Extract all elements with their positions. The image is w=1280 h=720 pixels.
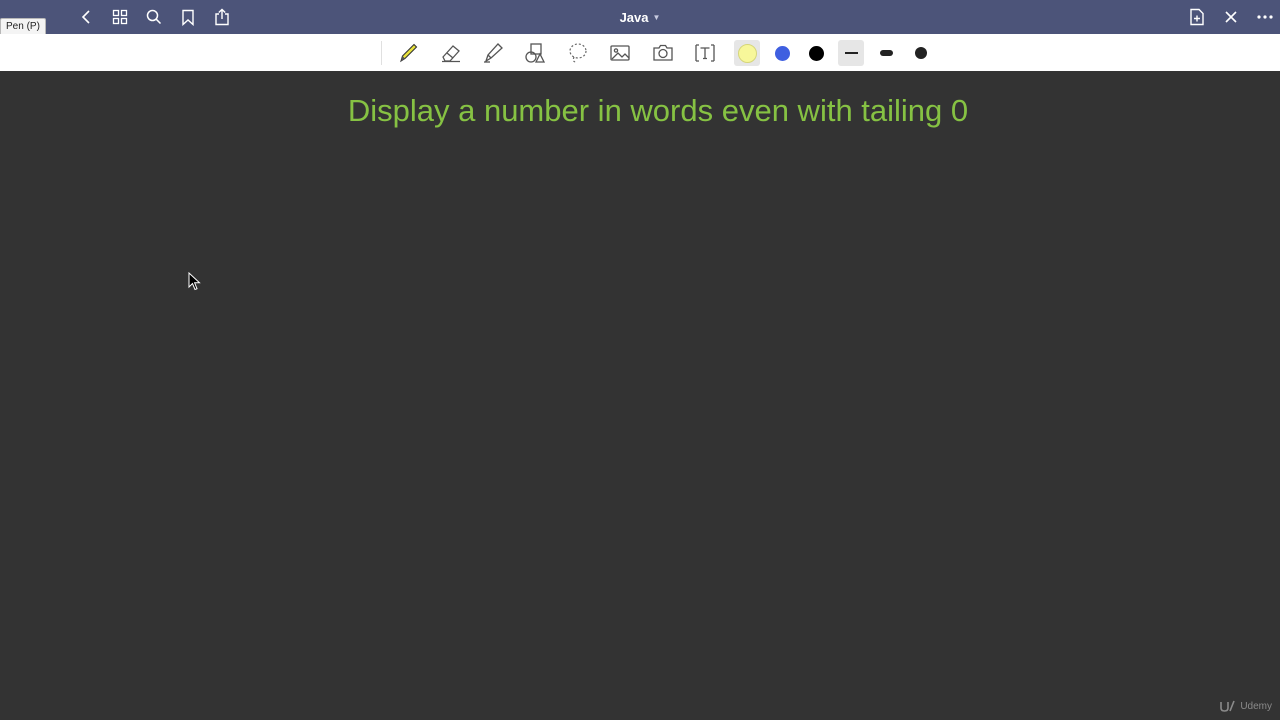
lasso-tool[interactable] bbox=[565, 40, 591, 66]
chevron-down-icon[interactable]: ▼ bbox=[653, 13, 661, 22]
color-dot bbox=[737, 43, 757, 63]
note-heading: Display a number in words even with tail… bbox=[347, 93, 969, 128]
udemy-watermark: Udemy bbox=[1220, 700, 1272, 712]
bookmark-icon[interactable] bbox=[178, 7, 198, 27]
text-box-tool[interactable] bbox=[692, 40, 718, 66]
image-tool[interactable] bbox=[607, 40, 633, 66]
mouse-cursor-icon bbox=[188, 272, 201, 291]
more-icon[interactable] bbox=[1255, 7, 1275, 27]
divider bbox=[381, 41, 382, 65]
document-title-label[interactable]: Java bbox=[620, 10, 649, 25]
share-icon[interactable] bbox=[212, 7, 232, 27]
highlighter-tool[interactable] bbox=[480, 40, 506, 66]
stroke-size-thick[interactable] bbox=[908, 40, 934, 66]
pen-tool[interactable] bbox=[395, 40, 421, 66]
stroke-size-medium[interactable] bbox=[873, 40, 899, 66]
color-dot bbox=[774, 45, 790, 61]
color-swatch-blue[interactable] bbox=[769, 40, 795, 66]
udemy-logo-icon bbox=[1220, 700, 1236, 712]
stroke-thin-icon bbox=[844, 52, 858, 54]
stroke-thick-icon bbox=[915, 47, 927, 59]
stroke-medium-icon bbox=[879, 50, 893, 56]
back-icon[interactable] bbox=[76, 7, 96, 27]
grid-icon[interactable] bbox=[110, 7, 130, 27]
color-dot bbox=[808, 45, 824, 61]
color-swatch-yellow[interactable] bbox=[734, 40, 760, 66]
search-icon[interactable] bbox=[144, 7, 164, 27]
watermark-text: Udemy bbox=[1240, 700, 1272, 712]
shapes-tool[interactable] bbox=[522, 40, 548, 66]
color-swatch-black[interactable] bbox=[803, 40, 829, 66]
eraser-tool[interactable] bbox=[438, 40, 464, 66]
close-icon[interactable] bbox=[1221, 7, 1241, 27]
title-bar: Java ▼ bbox=[0, 0, 1280, 34]
stroke-size-thin[interactable] bbox=[838, 40, 864, 66]
camera-tool[interactable] bbox=[650, 40, 676, 66]
tool-bar bbox=[0, 34, 1280, 72]
new-page-icon[interactable] bbox=[1187, 7, 1207, 27]
note-canvas[interactable] bbox=[0, 71, 1280, 720]
